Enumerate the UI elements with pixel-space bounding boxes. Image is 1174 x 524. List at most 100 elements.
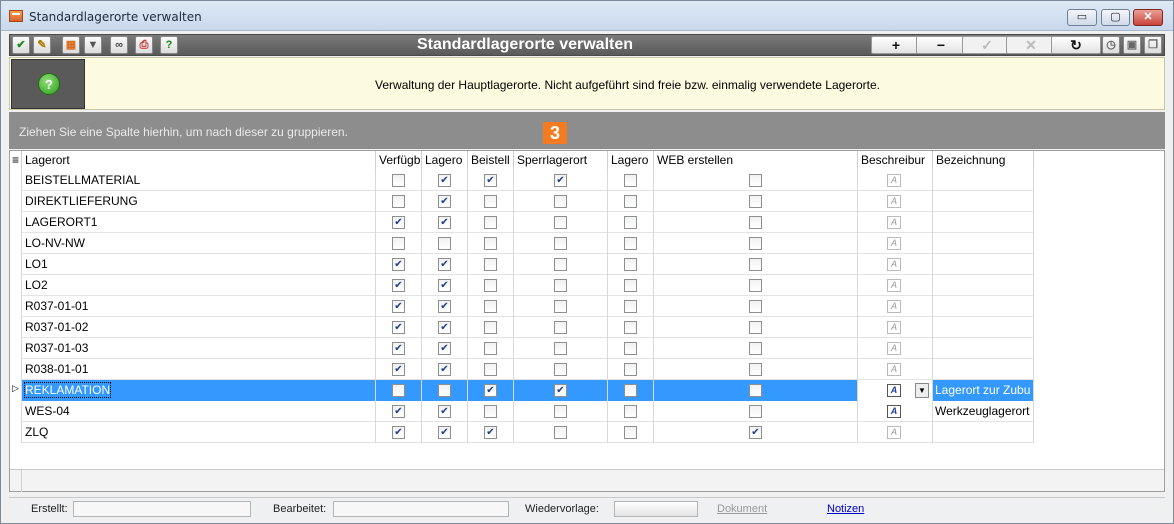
lagerort-cell[interactable]: R037-01-01 [22, 296, 376, 317]
verfuegbar-checkbox[interactable] [392, 237, 405, 250]
table-row[interactable]: LO-NV-NW A [10, 233, 1034, 254]
lagerort-cell[interactable]: LAGERORT1 [22, 212, 376, 233]
lagero2-checkbox[interactable] [624, 321, 637, 334]
col-sperrlagerort[interactable]: Sperrlagerort [514, 151, 608, 170]
lagero2-checkbox[interactable] [624, 237, 637, 250]
beschreibung-cell[interactable]: A [858, 212, 933, 233]
lagero2-checkbox[interactable] [624, 216, 637, 229]
maximize-button[interactable]: ▢ [1101, 9, 1130, 26]
beistell-checkbox[interactable] [484, 363, 497, 376]
bezeichnung-cell[interactable] [933, 296, 1034, 317]
text-edit-icon[interactable]: A [887, 216, 901, 229]
lagerort-checkbox[interactable] [438, 195, 451, 208]
sperrlagerort-checkbox[interactable] [554, 342, 567, 355]
text-edit-icon[interactable]: A [887, 300, 901, 313]
col-beschreibung[interactable]: Beschreibur [858, 151, 933, 170]
web-erstellen-checkbox[interactable] [749, 342, 762, 355]
text-edit-icon[interactable]: A [887, 384, 901, 397]
layout-grid-icon[interactable]: ▦ [62, 36, 80, 54]
verfuegbar-checkbox[interactable] [392, 342, 405, 355]
beistell-checkbox[interactable] [484, 426, 497, 439]
text-edit-icon[interactable]: A [887, 342, 901, 355]
magic-wand-icon[interactable]: ✎ [33, 36, 51, 54]
text-edit-icon[interactable]: A [887, 363, 901, 376]
web-erstellen-checkbox[interactable] [749, 426, 762, 439]
bezeichnung-cell[interactable] [933, 191, 1034, 212]
web-erstellen-checkbox[interactable] [749, 300, 762, 313]
beschreibung-cell[interactable]: A [858, 170, 933, 191]
lagerort-cell[interactable]: R037-01-03 [22, 338, 376, 359]
table-row[interactable]: R038-01-01 A [10, 359, 1034, 380]
beschreibung-cell[interactable]: A [858, 401, 933, 422]
lagerort-checkbox[interactable] [438, 300, 451, 313]
beschreibung-cell[interactable]: A ▼ [858, 380, 933, 401]
beistell-checkbox[interactable] [484, 195, 497, 208]
verfuegbar-checkbox[interactable] [392, 195, 405, 208]
lagero2-checkbox[interactable] [624, 363, 637, 376]
beistell-checkbox[interactable] [484, 279, 497, 292]
bezeichnung-cell[interactable] [933, 359, 1034, 380]
col-lagerort[interactable]: Lagerort [22, 151, 376, 170]
sperrlagerort-checkbox[interactable] [554, 405, 567, 418]
table-row[interactable]: ZLQ A [10, 422, 1034, 443]
lagerort-checkbox[interactable] [438, 384, 451, 397]
clock-icon[interactable]: ◷ [1102, 36, 1120, 54]
export-icon[interactable]: ⎙ [135, 36, 153, 54]
verfuegbar-checkbox[interactable] [392, 426, 405, 439]
verfuegbar-checkbox[interactable] [392, 384, 405, 397]
verfuegbar-checkbox[interactable] [392, 279, 405, 292]
lagerort-checkbox[interactable] [438, 405, 451, 418]
sperrlagerort-checkbox[interactable] [554, 195, 567, 208]
verfuegbar-checkbox[interactable] [392, 300, 405, 313]
beschreibung-cell[interactable]: A [858, 191, 933, 212]
beschreibung-cell[interactable]: A [858, 296, 933, 317]
lagerort-checkbox[interactable] [438, 321, 451, 334]
group-by-area[interactable]: Ziehen Sie eine Spalte hierhin, um nach … [9, 112, 1165, 149]
lagerort-cell[interactable]: DIREKTLIEFERUNG [22, 191, 376, 212]
bezeichnung-cell[interactable]: Lagerort zur Zubu [933, 380, 1034, 401]
text-edit-icon[interactable]: A [887, 174, 901, 187]
web-erstellen-checkbox[interactable] [749, 195, 762, 208]
text-edit-icon[interactable]: A [887, 195, 901, 208]
text-edit-icon[interactable]: A [887, 321, 901, 334]
bezeichnung-cell[interactable] [933, 170, 1034, 191]
bezeichnung-cell[interactable] [933, 275, 1034, 296]
web-erstellen-checkbox[interactable] [749, 258, 762, 271]
sperrlagerort-checkbox[interactable] [554, 300, 567, 313]
lagerort-checkbox[interactable] [438, 216, 451, 229]
beistell-checkbox[interactable] [484, 321, 497, 334]
beistell-checkbox[interactable] [484, 237, 497, 250]
bezeichnung-cell[interactable]: Werkzeuglagerort [933, 401, 1034, 422]
box-icon[interactable]: ▣ [1123, 36, 1141, 54]
table-row[interactable]: ▷REKLAMATIONA▼Lagerort zur Zubu [10, 380, 1034, 401]
dropdown-arrow-icon[interactable]: ▼ [915, 383, 929, 398]
sperrlagerort-checkbox[interactable] [554, 279, 567, 292]
lagerort-checkbox[interactable] [438, 279, 451, 292]
cancel-edit-button[interactable]: ✕ [1006, 36, 1056, 54]
web-erstellen-checkbox[interactable] [749, 405, 762, 418]
lagerort-cell[interactable]: BEISTELLMATERIAL [22, 170, 376, 191]
lagerort-cell[interactable]: LO1 [22, 254, 376, 275]
verfuegbar-checkbox[interactable] [392, 321, 405, 334]
lagerort-checkbox[interactable] [438, 237, 451, 250]
save-check-icon[interactable]: ✔ [12, 36, 30, 54]
col-bezeichnung[interactable]: Bezeichnung [933, 151, 1034, 170]
text-edit-icon[interactable]: A [887, 279, 901, 292]
lagerort-checkbox[interactable] [438, 342, 451, 355]
beistell-checkbox[interactable] [484, 384, 497, 397]
lagerort-checkbox[interactable] [438, 363, 451, 376]
close-button[interactable]: ✕ [1133, 9, 1163, 26]
web-erstellen-checkbox[interactable] [749, 237, 762, 250]
lagero2-checkbox[interactable] [624, 384, 637, 397]
table-row[interactable]: R037-01-02 A [10, 317, 1034, 338]
verfuegbar-checkbox[interactable] [392, 258, 405, 271]
beistell-checkbox[interactable] [484, 216, 497, 229]
verfuegbar-checkbox[interactable] [392, 405, 405, 418]
dokument-link[interactable]: Dokument [717, 503, 767, 515]
notizen-link[interactable]: Notizen [827, 503, 864, 515]
verfuegbar-checkbox[interactable] [392, 216, 405, 229]
web-erstellen-checkbox[interactable] [749, 363, 762, 376]
beistell-checkbox[interactable] [484, 174, 497, 187]
lagero2-checkbox[interactable] [624, 342, 637, 355]
beschreibung-cell[interactable]: A [858, 233, 933, 254]
